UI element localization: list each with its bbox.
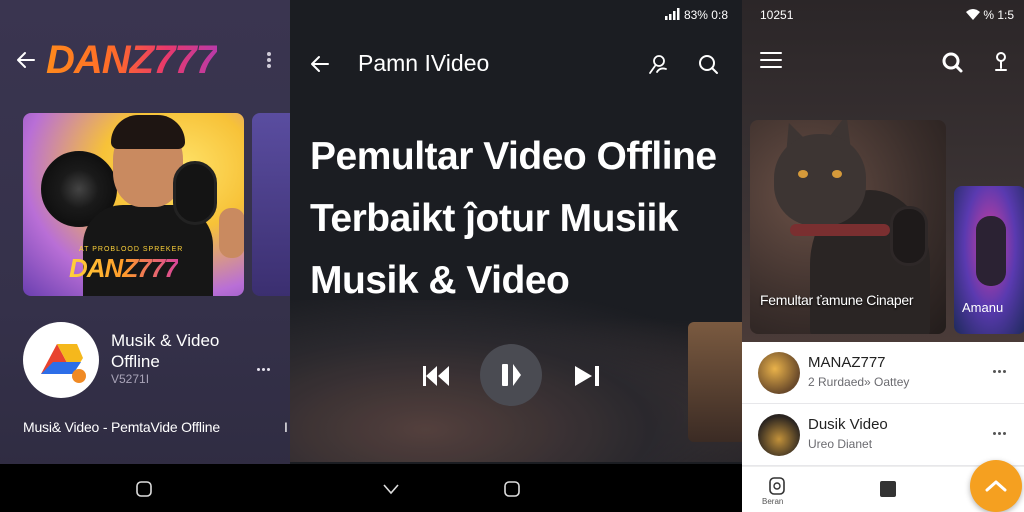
- menu-icon[interactable]: [760, 52, 782, 70]
- person-hand: [219, 208, 244, 258]
- headphones-image: [173, 161, 217, 225]
- playback-controls: [290, 344, 742, 408]
- headphones-image: [890, 206, 928, 266]
- list-item-subtitle: 2 Rurdaed» Oattey: [808, 375, 910, 389]
- caption-edge-text: I: [284, 419, 288, 435]
- list-item-title: MANAZ777: [808, 354, 886, 371]
- headline-line-3: Musik & Video: [310, 259, 570, 302]
- chevron-up-icon: [985, 480, 1007, 492]
- featured-card-caption: Femultar ťamune Cinaper: [760, 292, 914, 308]
- hero-logo-tagline: AT PROBLOOD SPREKER: [79, 246, 184, 253]
- hero-banner[interactable]: AT PROBLOOD SPREKER DANZ777: [23, 113, 244, 296]
- featured-card-next-caption: Amanu: [962, 300, 1004, 315]
- status-text: % 1:5: [983, 8, 1014, 22]
- brand-logo: DANZ777: [46, 38, 218, 82]
- status-bar: % 1:5: [965, 8, 1014, 22]
- list-item-subtitle: Ureo Dianet: [808, 437, 873, 451]
- cat-collar: [790, 224, 890, 236]
- list-item-title: Dusik Video: [808, 416, 888, 433]
- home-tab-icon[interactable]: [766, 475, 788, 497]
- home-tab-label: Beran: [762, 497, 784, 506]
- profile-icon[interactable]: [646, 52, 670, 76]
- search-icon[interactable]: [940, 50, 964, 74]
- app-title: Musik & Video Offline: [111, 331, 220, 371]
- play-logo-icon: [41, 344, 86, 383]
- list-item[interactable]: Dusik Video Ureo Dianet: [742, 404, 1024, 466]
- pause-button[interactable]: [480, 344, 542, 406]
- back-nav-icon[interactable]: [382, 480, 400, 498]
- cat-eye-left: [798, 170, 808, 178]
- list-item-more-icon[interactable]: [992, 370, 1012, 376]
- floating-action-button[interactable]: [970, 460, 1022, 512]
- cat-eye-right: [832, 170, 842, 178]
- next-track-icon[interactable]: [574, 364, 602, 388]
- app-icon[interactable]: [23, 322, 99, 398]
- panel-library: 10251 % 1:5 Femultar ťamune Cinaper Aman…: [742, 0, 1024, 512]
- headline-line-2: Terbaikt ĵotur Musiik: [310, 197, 679, 240]
- list-item-thumbnail: [758, 352, 800, 394]
- caption-text: Musi& Video - PemtaVide Offline: [23, 419, 220, 435]
- home-button-icon[interactable]: [503, 480, 521, 498]
- list-item-more-icon[interactable]: [992, 432, 1012, 438]
- library-tab-icon[interactable]: [880, 481, 896, 497]
- search-icon[interactable]: [696, 52, 720, 76]
- back-arrow-icon[interactable]: [308, 52, 332, 76]
- back-arrow-icon[interactable]: [14, 48, 38, 72]
- panel-app-detail: DANZ777 AT PROBLOOD SPREKER DANZ777 Musi…: [0, 0, 290, 512]
- pause-icon: [502, 364, 521, 386]
- voice-search-icon[interactable]: [988, 50, 1012, 74]
- featured-card-next[interactable]: Amanu: [954, 186, 1024, 334]
- app-more-icon[interactable]: [256, 368, 276, 380]
- wifi-icon: [965, 9, 980, 20]
- signal-icon: [664, 8, 680, 20]
- top-bar: Pamn IVideo: [290, 44, 742, 84]
- panel-player: 83% 0:8 Pamn IVideo Pemultar Video Offli…: [290, 0, 742, 512]
- system-nav-bar: [0, 464, 290, 512]
- headline: Pemultar Video Offline Terbaikt ĵotur Mu…: [310, 126, 740, 312]
- app-version: V5271I: [111, 372, 150, 386]
- status-text: 83% 0:8: [683, 8, 728, 22]
- more-options-icon[interactable]: [262, 50, 276, 72]
- hero-banner-next[interactable]: [252, 113, 290, 296]
- list-item-thumbnail: [758, 414, 800, 456]
- page-title: Pamn IVideo: [358, 50, 490, 76]
- previous-track-icon[interactable]: [422, 364, 450, 388]
- hero-logo: DANZ777: [69, 253, 179, 283]
- cat-head: [774, 134, 866, 226]
- screenshot-collage: DANZ777 AT PROBLOOD SPREKER DANZ777 Musi…: [0, 0, 1024, 512]
- featured-card[interactable]: Femultar ťamune Cinaper: [750, 120, 946, 334]
- dancer-figure: [976, 216, 1006, 286]
- headline-line-1: Pemultar Video Offline: [310, 135, 717, 178]
- person-hair: [111, 115, 185, 149]
- home-button-icon[interactable]: [135, 480, 153, 498]
- status-time: 10251: [760, 8, 794, 22]
- top-bar: [742, 44, 1024, 80]
- list-item[interactable]: MANAZ777 2 Rurdaed» Oattey: [742, 342, 1024, 404]
- status-bar: 83% 0:8: [664, 8, 728, 22]
- top-bar: DANZ777: [0, 38, 290, 84]
- system-nav-bar: [290, 464, 742, 512]
